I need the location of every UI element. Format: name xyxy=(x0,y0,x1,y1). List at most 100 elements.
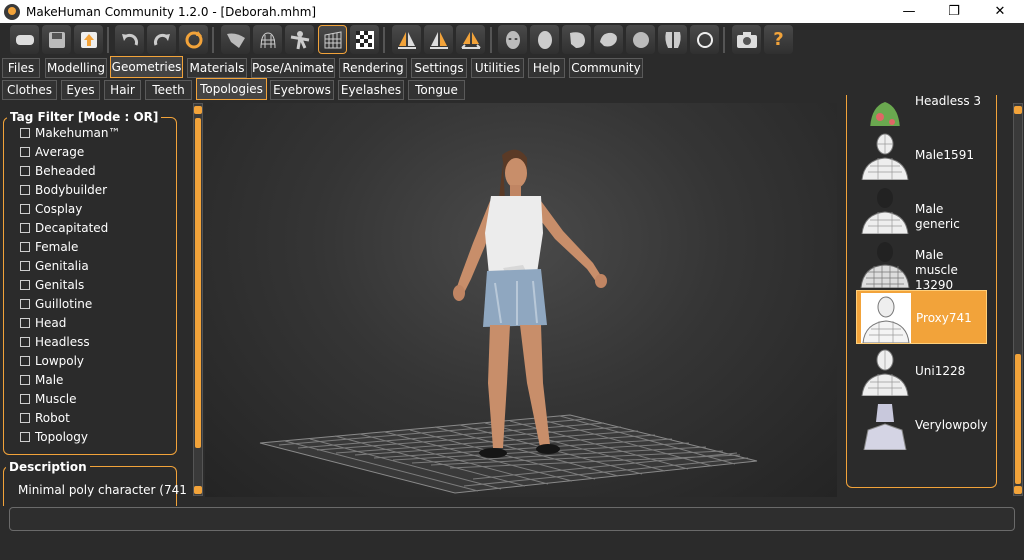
topology-thumbnail xyxy=(860,238,910,289)
tab-topologies[interactable]: Topologies xyxy=(196,78,267,100)
checkbox[interactable] xyxy=(20,223,30,233)
scroll-up-arrow[interactable] xyxy=(1014,106,1022,114)
wireframe-icon[interactable] xyxy=(253,25,282,54)
tab-utilities[interactable]: Utilities xyxy=(471,58,524,78)
checkbox[interactable] xyxy=(20,356,30,366)
checker-icon[interactable] xyxy=(350,25,379,54)
scroll-down-arrow[interactable] xyxy=(1014,486,1022,494)
tab-files[interactable]: Files xyxy=(2,58,40,78)
export-icon[interactable] xyxy=(74,25,103,54)
tag-robot[interactable]: Robot xyxy=(20,410,70,426)
scrollbar-thumb[interactable] xyxy=(195,118,201,448)
maximize-button[interactable]: ❐ xyxy=(931,0,977,23)
left-right-view-icon[interactable] xyxy=(456,25,485,54)
checkbox[interactable] xyxy=(20,413,30,423)
tab-rendering[interactable]: Rendering xyxy=(339,58,407,78)
side-icon[interactable] xyxy=(562,25,591,54)
checkbox[interactable] xyxy=(20,166,30,176)
right-panel-scrollbar[interactable] xyxy=(1013,103,1023,496)
tab-eyes[interactable]: Eyes xyxy=(61,80,100,100)
ear-icon[interactable] xyxy=(594,25,623,54)
checkbox[interactable] xyxy=(20,261,30,271)
reset-icon[interactable] xyxy=(179,25,208,54)
tag-bodybuilder[interactable]: Bodybuilder xyxy=(20,182,107,198)
checkbox[interactable] xyxy=(20,242,30,252)
circle-icon[interactable] xyxy=(690,25,719,54)
tag-beheaded[interactable]: Beheaded xyxy=(20,163,96,179)
tab-settings[interactable]: Settings xyxy=(411,58,467,78)
tag-cosplay[interactable]: Cosplay xyxy=(20,201,82,217)
checkbox[interactable] xyxy=(20,147,30,157)
pose-icon[interactable] xyxy=(285,25,314,54)
topology-item-male1591[interactable]: Male1591 xyxy=(856,128,987,182)
legs-icon[interactable] xyxy=(658,25,687,54)
new-icon[interactable] xyxy=(10,25,39,54)
tag-decapitated[interactable]: Decapitated xyxy=(20,220,108,236)
checkbox[interactable] xyxy=(20,185,30,195)
checkbox[interactable] xyxy=(20,128,30,138)
left-panel-scrollbar[interactable] xyxy=(193,103,203,496)
tag-genitalia[interactable]: Genitalia xyxy=(20,258,89,274)
tag-head[interactable]: Head xyxy=(20,315,66,331)
tab-geometries[interactable]: Geometries xyxy=(110,56,183,78)
description-title: Description xyxy=(6,460,90,474)
topology-item-uni1228[interactable]: Uni1228 xyxy=(856,344,987,398)
topology-item-male-generic[interactable]: Male generic xyxy=(856,182,987,236)
checkbox[interactable] xyxy=(20,299,30,309)
tag-guillotine[interactable]: Guillotine xyxy=(20,296,92,312)
front-view-icon[interactable] xyxy=(392,25,421,54)
checkbox[interactable] xyxy=(20,375,30,385)
topology-item-male-muscle[interactable]: Male muscle 13290 xyxy=(856,236,987,292)
tag-muscle[interactable]: Muscle xyxy=(20,391,77,407)
tab-eyelashes[interactable]: Eyelashes xyxy=(338,80,404,100)
checkbox[interactable] xyxy=(20,204,30,214)
tag-average[interactable]: Average xyxy=(20,144,84,160)
topology-item-proxy741[interactable]: Proxy741 xyxy=(856,290,987,344)
topology-label: Proxy741 xyxy=(916,311,972,325)
tab-help[interactable]: Help xyxy=(528,58,565,78)
tab-materials[interactable]: Materials xyxy=(187,58,247,78)
redo-icon[interactable] xyxy=(147,25,176,54)
tab-modelling[interactable]: Modelling xyxy=(45,58,107,78)
back-view-icon[interactable] xyxy=(424,25,453,54)
topology-item-verylowpoly[interactable]: Verylowpoly xyxy=(856,398,988,452)
tag-topology[interactable]: Topology xyxy=(20,429,88,445)
tab-teeth[interactable]: Teeth xyxy=(145,80,192,100)
checkbox[interactable] xyxy=(20,432,30,442)
scrollbar-thumb[interactable] xyxy=(1015,354,1021,484)
title-bar: MakeHuman Community 1.2.0 - [Deborah.mhm… xyxy=(0,0,1024,23)
save-icon[interactable] xyxy=(42,25,71,54)
3d-viewport[interactable] xyxy=(205,103,837,497)
checkbox[interactable] xyxy=(20,280,30,290)
checkbox[interactable] xyxy=(20,394,30,404)
tag-genitals[interactable]: Genitals xyxy=(20,277,84,293)
tag-headless[interactable]: Headless xyxy=(20,334,90,350)
tab-community[interactable]: Community xyxy=(569,58,643,78)
camera-icon[interactable] xyxy=(732,25,761,54)
help-icon[interactable]: ? xyxy=(764,25,793,54)
tag-female[interactable]: Female xyxy=(20,239,78,255)
tab-clothes[interactable]: Clothes xyxy=(2,80,57,100)
tab-tongue[interactable]: Tongue xyxy=(408,80,465,100)
grid-icon[interactable] xyxy=(318,25,347,54)
status-bar xyxy=(9,507,1015,531)
scroll-up-arrow[interactable] xyxy=(194,106,202,114)
smooth-icon[interactable] xyxy=(221,25,250,54)
minimize-button[interactable]: — xyxy=(886,0,932,23)
checkbox[interactable] xyxy=(20,337,30,347)
scroll-down-arrow[interactable] xyxy=(194,486,202,494)
sphere-icon[interactable] xyxy=(626,25,655,54)
tag-lowpoly[interactable]: Lowpoly xyxy=(20,353,84,369)
head-icon[interactable] xyxy=(530,25,559,54)
tag-makehuman[interactable]: Makehuman™ xyxy=(20,125,120,141)
tab-eyebrows[interactable]: Eyebrows xyxy=(270,80,334,100)
close-button[interactable]: ✕ xyxy=(977,0,1023,23)
undo-icon[interactable] xyxy=(115,25,144,54)
topology-label: Male1591 xyxy=(915,148,974,162)
topology-item-headless3[interactable]: Headless 3 xyxy=(856,90,987,126)
face-icon[interactable] xyxy=(498,25,527,54)
tab-pose-animate[interactable]: Pose/Animate xyxy=(251,58,335,78)
tag-male[interactable]: Male xyxy=(20,372,63,388)
tab-hair[interactable]: Hair xyxy=(104,80,141,100)
checkbox[interactable] xyxy=(20,318,30,328)
